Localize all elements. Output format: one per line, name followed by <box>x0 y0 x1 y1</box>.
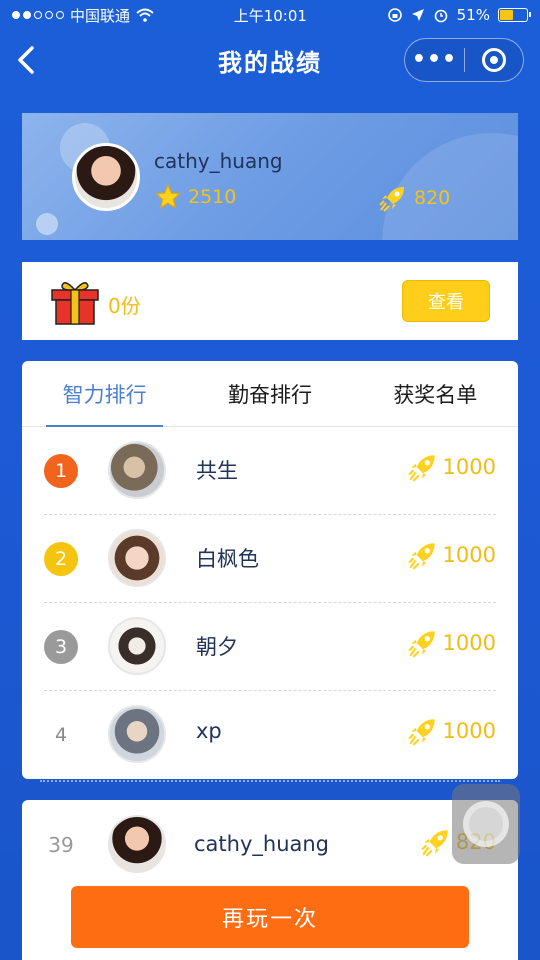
player-score: 1000 <box>407 539 496 571</box>
status-left: 中国联通 <box>12 5 154 26</box>
rocket-icon <box>407 543 435 570</box>
divider <box>40 780 500 782</box>
profile-name: cathy_huang <box>154 149 283 173</box>
wifi-icon <box>136 8 154 22</box>
own-name: cathy_huang <box>194 832 330 856</box>
gift-count: 0份 <box>108 294 141 318</box>
profile-avatar <box>72 143 140 211</box>
ranking-row[interactable]: 1 共生 1000 <box>44 427 496 515</box>
rotation-lock-icon <box>387 8 402 22</box>
tab-intelligence[interactable]: 智力排行 <box>22 361 187 427</box>
close-circle-icon <box>481 48 506 72</box>
ranking-tabs: 智力排行 勤奋排行 获奖名单 <box>22 361 518 427</box>
rank-badge: 1 <box>44 454 78 488</box>
avatar <box>108 529 166 587</box>
ranking-row[interactable]: 4 xp 1000 <box>44 691 496 779</box>
avatar <box>108 705 166 763</box>
player-name: 共生 <box>196 459 238 483</box>
nav-bar: 我的战绩 ••• <box>0 30 540 90</box>
play-again-button[interactable]: 再玩一次 <box>71 886 469 948</box>
score-value: 1000 <box>442 631 496 655</box>
page-title: 我的战绩 <box>218 48 322 77</box>
gift-card: 0份 查看 <box>22 262 518 340</box>
assistive-touch-icon <box>463 801 509 847</box>
back-button[interactable] <box>12 44 42 76</box>
ranking-card: 智力排行 勤奋排行 获奖名单 1 共生 1000 2 白枫色 1000 3 朝夕… <box>22 361 518 779</box>
status-right: 51% <box>387 6 531 24</box>
rocket-icon <box>421 830 448 857</box>
avatar <box>108 441 166 499</box>
carrier-label: 中国联通 <box>70 6 131 25</box>
alarm-icon <box>434 9 447 23</box>
rank-badge: 3 <box>44 630 78 664</box>
rank-number: 4 <box>54 724 68 746</box>
star-stat: 2510 <box>154 183 236 211</box>
score-value: 1000 <box>442 719 496 743</box>
view-gift-button[interactable]: 查看 <box>402 280 490 322</box>
rank-badge: 2 <box>44 542 78 576</box>
avatar <box>108 617 166 675</box>
player-score: 1000 <box>407 627 496 659</box>
star-count: 2510 <box>188 186 237 208</box>
tab-diligence[interactable]: 勤奋排行 <box>187 361 352 426</box>
player-name: xp <box>196 719 222 743</box>
avatar <box>108 815 166 873</box>
rocket-icon <box>407 719 435 746</box>
signal-icon <box>12 11 64 19</box>
ranking-row[interactable]: 3 朝夕 1000 <box>44 603 496 691</box>
score-value: 1000 <box>442 543 496 567</box>
profile-card: cathy_huang 2510 820 <box>22 113 518 240</box>
player-name: 白枫色 <box>196 547 259 571</box>
mini-program-capsule: ••• <box>404 38 524 82</box>
rocket-count: 820 <box>414 187 451 209</box>
player-score: 1000 <box>407 451 496 483</box>
more-button[interactable]: ••• <box>405 38 464 82</box>
close-button[interactable] <box>465 48 523 72</box>
player-name: 朝夕 <box>196 635 238 659</box>
ranking-row[interactable]: 2 白枫色 1000 <box>44 515 496 603</box>
decor-bubble <box>36 213 58 235</box>
location-icon <box>411 9 424 21</box>
star-icon <box>154 183 182 209</box>
assistive-touch-button[interactable] <box>452 784 520 864</box>
rocket-stat: 820 <box>378 183 450 213</box>
rocket-icon <box>379 187 404 212</box>
score-value: 1000 <box>442 455 496 479</box>
rocket-icon <box>407 455 435 482</box>
own-rank-number: 39 <box>48 833 74 857</box>
status-bar: 中国联通 上午10:01 51% <box>0 0 540 30</box>
battery-icon <box>498 8 531 22</box>
rocket-icon <box>407 631 435 658</box>
battery-percent: 51% <box>456 6 490 24</box>
clock: 上午10:01 <box>233 6 307 25</box>
player-score: 1000 <box>407 715 496 747</box>
gift-icon <box>51 282 99 325</box>
tab-winners[interactable]: 获奖名单 <box>353 361 518 426</box>
